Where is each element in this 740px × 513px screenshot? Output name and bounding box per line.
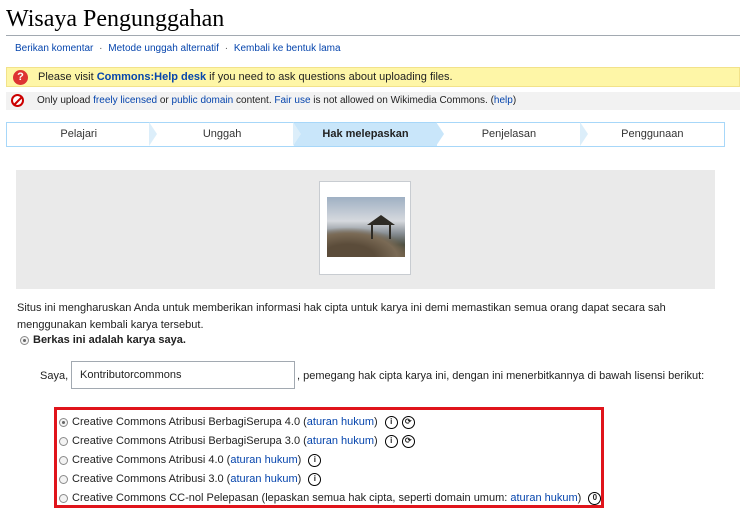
thumbnail-image [327,197,405,257]
file-preview-area [16,170,715,289]
public-domain-link[interactable]: public domain [172,95,234,106]
cc-by-icon: i [308,453,322,467]
license-option-cc-by-3[interactable]: Creative Commons Atribusi 3.0 (aturan hu… [59,471,322,487]
step-learn: Pelajari [7,122,158,146]
header-links: Berikan komentar · Metode unggah alterna… [15,43,341,54]
own-work-option[interactable]: Berkas ini adalah karya saya. [20,334,186,346]
feedback-link[interactable]: Berikan komentar [15,43,93,54]
license-radio[interactable] [59,436,68,446]
license-radio[interactable] [59,474,68,484]
old-form-link[interactable]: Kembali ke bentuk lama [234,43,341,54]
step-use: Penggunaan [621,128,684,140]
step-release-rights: Hak melepaskan [293,122,445,146]
cc-sa-icon: ⟳ [401,434,415,448]
legal-code-link[interactable]: aturan hukum [230,473,297,485]
separator: · [99,43,103,54]
license-option-cc-by-4[interactable]: Creative Commons Atribusi 4.0 (aturan hu… [59,452,322,468]
license-option-cc-by-sa-3[interactable]: Creative Commons Atribusi BerbagiSerupa … [59,433,415,449]
free-license-notice: Only upload freely licensed or public do… [6,92,740,110]
wizard-steps: Pelajari Unggah Hak melepaskan Penjelasa… [6,122,725,147]
title-divider [6,35,740,36]
page-title: Wisaya Pengunggahan [6,6,225,32]
cc-by-icon: i [384,434,398,448]
license-radio[interactable] [59,493,68,503]
release-statement: , pemegang hak cipta karya ini, dengan i… [297,370,705,382]
own-work-label: Berkas ini adalah karya saya. [33,334,186,346]
cc-zero-icon: 0 [588,491,602,505]
legal-code-link[interactable]: aturan hukum [230,454,297,466]
prohibited-icon [11,94,24,107]
help-text: Please visit Commons:Help desk if you ne… [38,71,453,83]
license-notice-text: Only upload freely licensed or public do… [37,95,517,106]
freely-licensed-link[interactable]: freely licensed [93,95,157,106]
fair-use-link[interactable]: Fair use [274,95,310,106]
legal-code-link[interactable]: aturan hukum [307,435,374,447]
help-desk-notice: ? Please visit Commons:Help desk if you … [6,67,740,87]
copyright-description: Situs ini mengharuskan Anda untuk member… [17,302,666,331]
license-radio[interactable] [59,417,68,427]
question-icon: ? [13,70,28,85]
step-upload: Unggah [150,122,302,146]
license-option-cc-zero[interactable]: Creative Commons CC-nol Pelepasan (lepas… [59,490,602,506]
help-link[interactable]: help [494,95,513,106]
saya-label: Saya, [40,370,69,382]
separator: · [224,43,229,54]
legal-code-link[interactable]: aturan hukum [510,492,577,504]
alternative-upload-link[interactable]: Metode unggah alternatif [108,43,219,54]
cc-sa-icon: ⟳ [401,415,415,429]
cc-by-icon: i [308,472,322,486]
step-describe: Penjelasan [437,122,589,146]
file-thumbnail[interactable] [319,181,411,275]
help-desk-link[interactable]: Commons:Help desk [97,71,206,83]
license-option-cc-by-sa-4[interactable]: Creative Commons Atribusi BerbagiSerupa … [59,414,415,430]
own-work-radio[interactable] [20,335,29,345]
legal-code-link[interactable]: aturan hukum [307,416,374,428]
license-radio[interactable] [59,455,68,465]
author-name-input[interactable] [71,361,295,389]
cc-by-icon: i [384,415,398,429]
